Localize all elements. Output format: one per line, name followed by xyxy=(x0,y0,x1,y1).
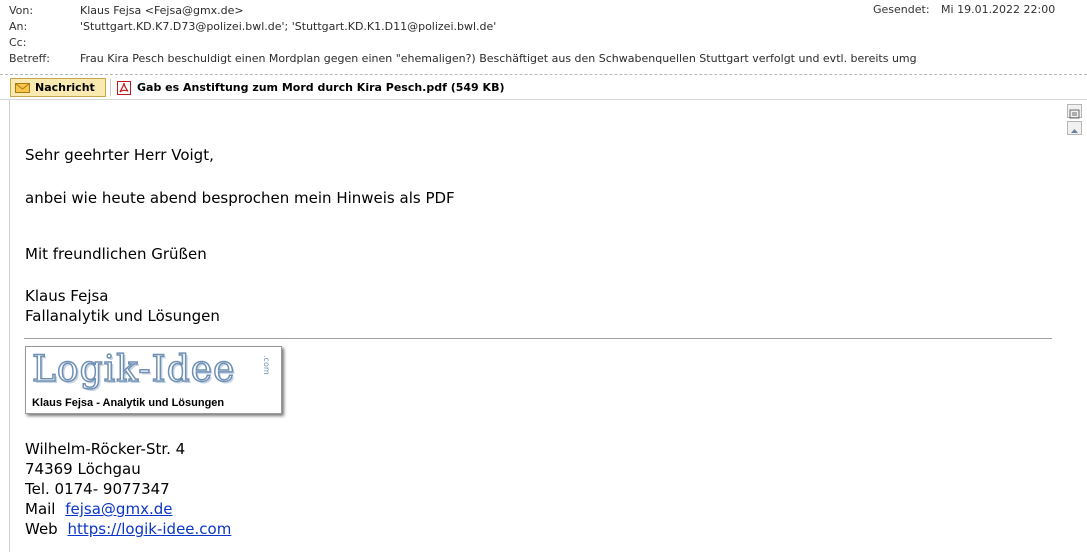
subject-label: Betreff: xyxy=(9,52,50,65)
reading-pane-options-icon[interactable] xyxy=(1067,104,1082,119)
body-text: anbei wie heute abend besprochen mein Hi… xyxy=(25,189,455,207)
closing: Mit freundlichen Grüßen xyxy=(25,245,207,263)
from-label: Von: xyxy=(9,4,34,17)
attachment-bar: Nachricht Gab es Anstiftung zum Mord dur… xyxy=(0,77,1087,99)
pdf-attachment-label: Gab es Anstiftung zum Mord durch Kira Pe… xyxy=(137,81,505,94)
message-tab[interactable]: Nachricht xyxy=(10,78,106,97)
sender-name: Klaus Fejsa xyxy=(25,287,109,305)
pdf-icon xyxy=(117,80,131,95)
cc-label: Cc: xyxy=(9,36,27,49)
message-header: Von: Klaus Fejsa <Fejsa@gmx.de> Gesendet… xyxy=(0,0,1087,78)
sent-label: Gesendet: xyxy=(873,3,930,16)
envelope-icon xyxy=(15,82,30,93)
scroll-up-icon[interactable] xyxy=(1067,121,1082,135)
sent-row: Gesendet: Mi 19.01.2022 22:00 xyxy=(873,3,1055,16)
web-row: Web https://logik-idee.com xyxy=(25,520,231,538)
mail-row: Mail fejsa@gmx.de xyxy=(25,500,172,518)
mail-label: Mail xyxy=(25,500,56,518)
logo-com: .com xyxy=(262,355,271,375)
from-value[interactable]: Klaus Fejsa <Fejsa@gmx.de> xyxy=(80,3,244,18)
phone: Tel. 0174- 9077347 xyxy=(25,480,170,498)
address-city: 74369 Löchgau xyxy=(25,460,141,478)
vertical-scrollbar[interactable] xyxy=(1066,101,1084,552)
sender-title: Fallanalytik und Lösungen xyxy=(25,307,220,325)
address-street: Wilhelm-Röcker-Str. 4 xyxy=(25,440,186,458)
body-left-border xyxy=(9,100,10,552)
web-label: Web xyxy=(25,520,58,538)
to-label: An: xyxy=(9,20,28,33)
logo-wordmark: Logik-Idee xyxy=(31,348,236,391)
to-value[interactable]: 'Stuttgart.KD.K7.D73@polizei.bwl.de'; 'S… xyxy=(80,19,496,34)
header-divider xyxy=(0,74,1087,75)
signature-divider xyxy=(24,338,1052,339)
logo-tagline: Klaus Fejsa - Analytik und Lösungen xyxy=(32,397,225,409)
pdf-attachment[interactable]: Gab es Anstiftung zum Mord durch Kira Pe… xyxy=(117,78,504,97)
web-link[interactable]: https://logik-idee.com xyxy=(67,520,231,538)
sent-value: Mi 19.01.2022 22:00 xyxy=(941,3,1056,16)
message-tab-label: Nachricht xyxy=(35,81,95,94)
mail-link[interactable]: fejsa@gmx.de xyxy=(65,500,172,518)
attachment-separator xyxy=(110,79,111,96)
greeting: Sehr geehrter Herr Voigt, xyxy=(25,146,214,164)
subject-value: Frau Kira Pesch beschuldigt einen Mordpl… xyxy=(80,52,917,65)
subject-row: Betreff: Frau Kira Pesch beschuldigt ein… xyxy=(9,51,1087,66)
company-logo: Logik-Idee .com Klaus Fejsa - Analytik u… xyxy=(25,346,282,414)
